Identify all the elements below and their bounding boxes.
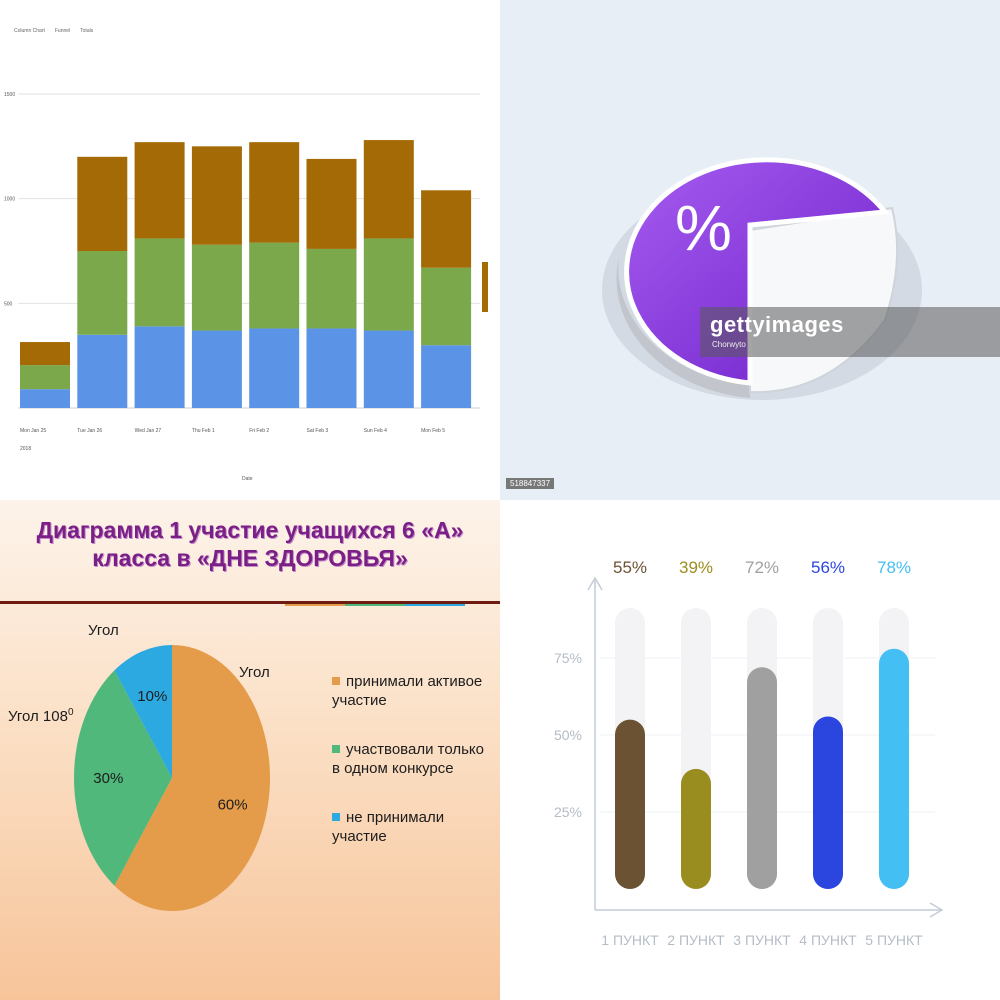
partial-bar-edge (482, 262, 488, 312)
legend-swatch (332, 745, 340, 753)
stacked-bar-segment (77, 251, 128, 335)
bar (747, 667, 777, 889)
x-tick-label: 1 ПУНКТ (601, 932, 659, 948)
stacked-bar-segment (20, 389, 70, 408)
x-axis-arrow (595, 902, 944, 918)
stacked-bar-segment (421, 267, 472, 346)
slice-label-top: Угол (88, 622, 119, 639)
x-tick-label: Wed Jan 27 (135, 428, 162, 434)
bar (681, 768, 711, 889)
stacked-bar-segment (191, 146, 242, 245)
watermark-logo: gettyimages (710, 312, 844, 337)
stacked-bar-segment (134, 142, 185, 239)
x-tick-label: Mon Jan 25 (20, 428, 46, 434)
slice-label-left: Угол 1080 (8, 707, 74, 725)
legend-label: принимали активое участие (332, 673, 483, 709)
stacked-bar-segment (77, 156, 128, 251)
y-tick-label: 50% (554, 727, 582, 743)
legend-item: участвовали только в одном конкурсе (332, 740, 492, 778)
x-tick-label: 4 ПУНКТ (799, 932, 857, 948)
bar-value-label: 39% (679, 558, 713, 577)
x-tick-label: Tue Jan 26 (77, 428, 102, 434)
stacked-bar-segment (421, 345, 472, 408)
stacked-bar-segment (363, 140, 414, 239)
rounded-bar-chart: 25% 50% 75% 55% 1 ПУНКТ 39% 2 ПУНКТ 72% 3 ПУНКТ 5… (554, 558, 944, 948)
x-tick-label: 3 ПУНКТ (733, 932, 791, 948)
y-tick-label: 1000 (4, 197, 15, 203)
x-tick-label: Sun Feb 4 (364, 428, 387, 434)
stacked-bar-segment (20, 365, 70, 390)
legend-item: принимали активое участие (332, 672, 492, 710)
y-tick-label: 75% (554, 650, 582, 666)
legend-label: не принимали участие (332, 809, 445, 845)
y-tick-label: 500 (4, 301, 13, 307)
y-tick-label: 1500 (4, 92, 15, 98)
stacked-bar-segment (134, 326, 185, 408)
bar-value-label: 78% (877, 558, 911, 577)
legend-item: не принимали участие (332, 808, 472, 846)
x-tick-label: Fri Feb 2 (249, 428, 269, 434)
x-tick-label: 2 ПУНКТ (667, 932, 725, 948)
y-tick-label: 25% (554, 804, 582, 820)
stacked-bar-segment (363, 238, 414, 331)
stacked-bar-segment (249, 242, 300, 329)
slice-label-right: Угол (239, 664, 270, 681)
x-tick-sublabel: 2018 (20, 446, 31, 452)
legend-swatch (332, 813, 340, 821)
stacked-bar-segment (191, 244, 242, 331)
x-axis-title: Date (242, 476, 253, 482)
x-tick-label: 5 ПУНКТ (865, 932, 923, 948)
percent-symbol: % (675, 192, 732, 264)
bar (615, 719, 645, 889)
stacked-bar-segment (306, 158, 357, 249)
stacked-bar-segment (421, 190, 472, 268)
degree-superscript: 0 (67, 707, 74, 718)
pie-illustration: % (602, 157, 922, 400)
legend-label: участвовали только в одном конкурсе (332, 741, 484, 777)
stacked-bar-segment (363, 330, 414, 408)
bar (813, 716, 843, 889)
bar-value-label: 56% (811, 558, 845, 577)
bar-value-label: 72% (745, 558, 779, 577)
y-axis-arrow (587, 576, 603, 910)
bar-value-label: 55% (613, 558, 647, 577)
stacked-bar-segment (306, 328, 357, 408)
stacked-bar-segment (77, 334, 128, 408)
x-tick-label: Thu Feb 1 (192, 428, 215, 434)
slice-label-left-text: Угол 108 (8, 708, 68, 725)
pie-value-label: 10% (137, 688, 167, 705)
stacked-bar-segment (191, 330, 242, 408)
watermark-credit: Chorwyto (712, 340, 746, 349)
pie-value-label: 30% (93, 770, 123, 787)
stacked-bar-segment (249, 328, 300, 408)
x-tick-label: Mon Feb 5 (421, 428, 445, 434)
stacked-bar-segment (306, 248, 357, 329)
bar (879, 648, 909, 889)
stacked-bar-segment (134, 238, 185, 327)
stock-id: 518847337 (506, 478, 555, 489)
stacked-bar-segment (20, 342, 70, 366)
x-tick-label: Sat Feb 3 (307, 428, 329, 434)
legend-swatch (332, 677, 340, 685)
pie-value-label: 60% (218, 797, 248, 814)
stacked-bar-segment (249, 142, 300, 243)
stacked-column-chart: 1500 1000 500 Mon Jan 25 Tue Jan 26 Wed Jan 2… (4, 92, 488, 482)
